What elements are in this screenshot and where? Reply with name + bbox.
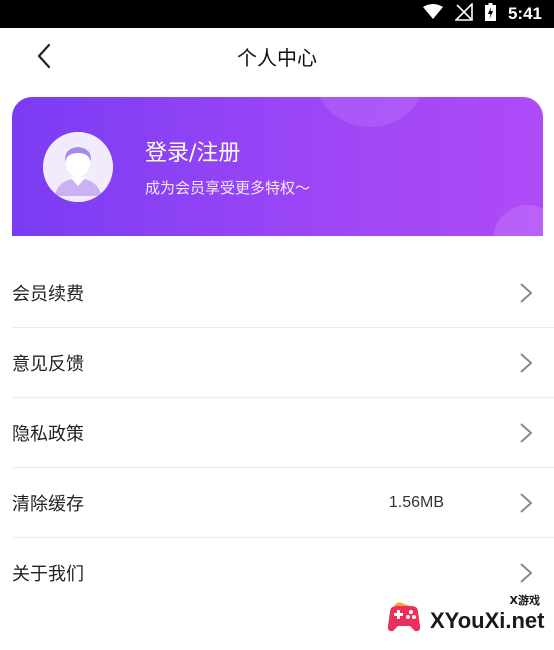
cache-size-value: 1.56MB xyxy=(388,493,444,511)
membership-subtitle: 成为会员享受更多特权～ xyxy=(145,179,311,197)
status-bar: 5:41 xyxy=(0,0,554,28)
page-title: 个人中心 xyxy=(237,46,317,70)
gamepad-logo-icon xyxy=(387,602,421,632)
settings-menu: 会员续费 意见反馈 隐私政策 清除缓存 1.56MB 关于我们 xyxy=(0,258,554,608)
chevron-right-icon xyxy=(520,493,533,513)
chevron-right-icon xyxy=(520,353,533,373)
header: 个人中心 xyxy=(0,28,554,84)
status-time: 5:41 xyxy=(507,4,542,23)
battery-charging-icon xyxy=(484,3,496,25)
chevron-right-icon xyxy=(520,423,533,443)
watermark: X游戏 XYouXi.net xyxy=(384,592,550,644)
menu-item-privacy-policy[interactable]: 隐私政策 xyxy=(12,398,554,468)
profile-card[interactable]: 登录/注册 成为会员享受更多特权～ xyxy=(12,97,543,236)
menu-item-label: 会员续费 xyxy=(12,283,84,305)
menu-item-label: 清除缓存 xyxy=(12,493,84,515)
chevron-right-icon xyxy=(520,283,533,303)
signal-off-icon xyxy=(454,2,473,25)
menu-item-clear-cache[interactable]: 清除缓存 1.56MB xyxy=(12,468,554,538)
menu-item-label: 意见反馈 xyxy=(12,353,84,375)
menu-item-label: 关于我们 xyxy=(12,564,84,585)
decorative-circle xyxy=(493,205,543,236)
default-avatar-icon xyxy=(43,132,113,202)
decorative-circle xyxy=(315,97,425,127)
chevron-right-icon xyxy=(520,563,533,583)
watermark-tag: X游戏 xyxy=(509,594,540,607)
menu-item-feedback[interactable]: 意见反馈 xyxy=(12,328,554,398)
wifi-icon xyxy=(422,4,443,24)
menu-item-label: 隐私政策 xyxy=(12,423,84,445)
avatar[interactable] xyxy=(43,132,113,202)
login-register-link[interactable]: 登录/注册 xyxy=(145,135,240,167)
watermark-text: XYouXi.net xyxy=(430,608,545,633)
menu-item-membership-renewal[interactable]: 会员续费 xyxy=(12,258,554,328)
